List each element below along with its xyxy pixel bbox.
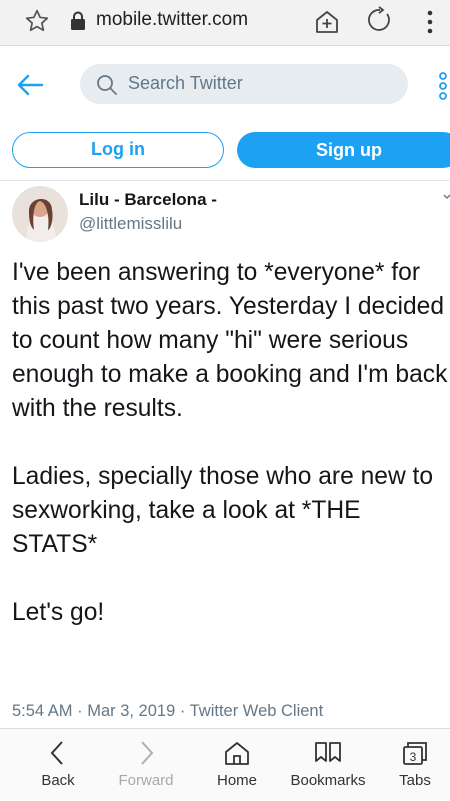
nav-home-label: Home [216, 772, 257, 789]
nav-bookmarks-button[interactable]: Bookmarks [282, 729, 374, 801]
chevron-down-icon[interactable] [442, 192, 450, 202]
star-icon[interactable] [24, 8, 50, 34]
avatar[interactable] [12, 186, 68, 242]
back-arrow-icon[interactable] [16, 73, 44, 97]
more-options-icon[interactable] [436, 72, 450, 100]
twitter-header: Search Twitter [0, 46, 450, 126]
tab-count: 3 [410, 750, 417, 764]
new-tab-icon[interactable] [313, 8, 341, 36]
reload-icon[interactable] [366, 6, 394, 34]
divider [0, 180, 450, 181]
browser-toolbar: mobile.twitter.com [0, 0, 450, 46]
author-handle[interactable]: @littlemisslilu [79, 214, 182, 234]
auth-buttons: Log in Sign up [0, 126, 450, 178]
nav-back-button[interactable]: Back [18, 729, 98, 801]
nav-forward-button[interactable]: Forward [106, 729, 186, 801]
nav-back-label: Back [41, 772, 75, 789]
nav-bookmarks-label: Bookmarks [290, 772, 366, 789]
tweet-timestamp: 5:54 AM · Mar 3, 2019 · Twitter Web Clie… [12, 702, 324, 720]
signup-button[interactable]: Sign up [237, 132, 450, 168]
nav-forward-label: Forward [118, 772, 174, 789]
nav-tabs-label: Tabs [399, 772, 431, 789]
search-input[interactable]: Search Twitter [80, 64, 408, 104]
tabs-icon: 3 [403, 742, 427, 765]
chevron-right-icon [141, 741, 154, 765]
bookmarks-icon [315, 742, 341, 762]
search-placeholder: Search Twitter [128, 73, 243, 93]
author-name[interactable]: Lilu - Barcelona - [79, 190, 217, 210]
search-icon [97, 75, 117, 95]
home-icon [225, 742, 249, 765]
login-button[interactable]: Log in [12, 132, 224, 168]
nav-home-button[interactable]: Home [197, 729, 277, 801]
nav-tabs-button[interactable]: 3 Tabs [380, 729, 450, 801]
chevron-left-icon [50, 741, 63, 765]
lock-icon [71, 11, 85, 30]
browser-bottom-nav: Back Forward Home Bookmarks 3 Tabs [0, 728, 450, 800]
url-bar[interactable]: mobile.twitter.com [96, 9, 248, 31]
tweet-text: I've been answering to *everyone* for th… [12, 259, 448, 626]
browser-menu-icon[interactable] [425, 8, 435, 36]
